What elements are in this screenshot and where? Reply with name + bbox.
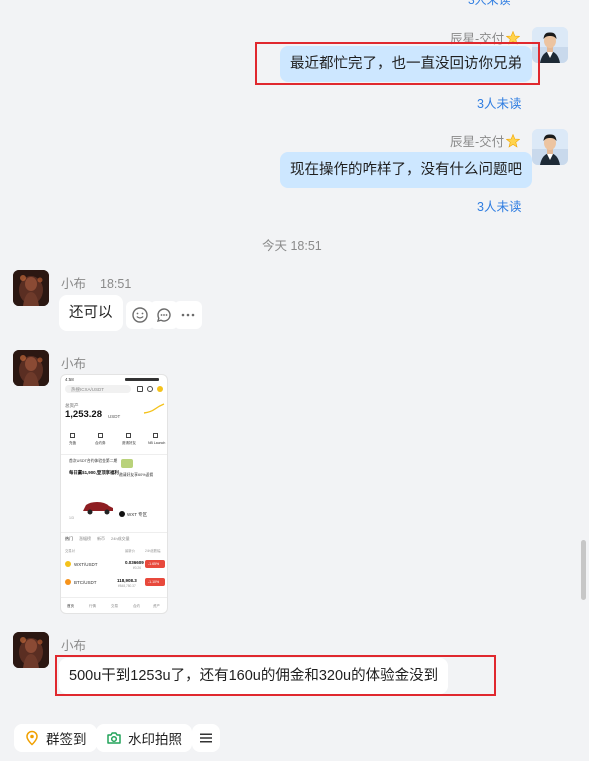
message-bubble[interactable]: 现在操作的咋样了，没有什么问题吧 xyxy=(280,152,532,188)
status-icons xyxy=(125,378,159,381)
sender-name-text: 辰星-交付 xyxy=(450,135,505,149)
nav-item[interactable]: 资产 xyxy=(153,604,160,609)
divider xyxy=(61,454,167,455)
balance-unit: USDT xyxy=(108,414,121,419)
balance: 1,253.28 xyxy=(65,409,102,420)
message-bubble[interactable]: 最近都忙完了，也一直没回访你兄弟 xyxy=(280,46,532,82)
promo-headline: 每日赢$1,900,登顶享福利 xyxy=(69,470,119,475)
star-badge-icon xyxy=(506,134,521,148)
nav-item[interactable]: 交易 xyxy=(111,604,118,609)
watermark-camera-button[interactable]: 水印拍照 xyxy=(96,724,192,752)
emoji-add-icon xyxy=(132,307,148,323)
watermark-camera-label: 水印拍照 xyxy=(128,732,182,747)
nav-item[interactable]: 合约 xyxy=(133,604,140,609)
page-indicator: 1/3 xyxy=(69,516,74,520)
menu-item[interactable]: 充值 xyxy=(69,441,76,446)
car-image xyxy=(83,502,113,515)
promo-image xyxy=(121,459,133,468)
col-header: 最新价 xyxy=(125,549,135,553)
coin-pair: WXT/USDT xyxy=(74,562,98,567)
coin-pair: BTC/USDT xyxy=(74,580,97,585)
market-tab[interactable]: 涨幅榜 xyxy=(79,536,91,542)
read-status[interactable]: 3人未读 xyxy=(477,196,521,215)
scan-icon[interactable] xyxy=(137,386,143,392)
sender-name: 辰星-交付 xyxy=(450,131,521,150)
camera-icon xyxy=(107,732,121,744)
nav-item[interactable]: 行情 xyxy=(89,604,96,609)
market-tab[interactable]: 热门 xyxy=(65,536,73,542)
sender-name-text: 小布 xyxy=(61,277,87,291)
avatar[interactable] xyxy=(13,632,49,668)
change-value: -1.10% xyxy=(148,580,160,584)
image-message[interactable]: 4:58 热搜ICXA/USDT 总资产 1,253.28 USDT 充值 合约… xyxy=(60,374,168,614)
market-tab[interactable]: 24h成交量 xyxy=(111,536,130,542)
search-text: 热搜ICXA/USDT xyxy=(71,386,105,392)
read-status[interactable]: 3人未读 xyxy=(477,93,521,112)
col-header: 24h涨跌幅 xyxy=(145,549,161,553)
headset-icon[interactable] xyxy=(147,386,153,392)
divider xyxy=(61,532,167,533)
message-time: 18:51 xyxy=(100,277,132,291)
menu-item[interactable]: 合约券 xyxy=(95,441,106,446)
nav-item[interactable]: 首页 xyxy=(67,604,74,609)
menu-item[interactable]: 邀请好友 xyxy=(122,441,136,446)
avatar[interactable] xyxy=(532,129,568,165)
message-bubble[interactable]: 还可以 xyxy=(59,295,123,331)
logo-icon[interactable] xyxy=(157,386,163,392)
menu-item[interactable]: NB Launch xyxy=(148,441,165,445)
status-time: 4:58 xyxy=(65,377,74,382)
more-dots-icon xyxy=(181,313,195,317)
menu-icons xyxy=(70,433,160,439)
hamburger-icon xyxy=(200,733,212,743)
sender-name: 小布 xyxy=(61,357,87,371)
location-icon xyxy=(26,730,38,746)
group-checkin-label: 群签到 xyxy=(46,732,87,747)
more-button[interactable] xyxy=(174,301,202,329)
wxt-logo-icon xyxy=(119,511,125,517)
promo-right: 邀请好友享60%返佣 xyxy=(119,473,154,477)
promo-title: 首次USDT合约体验金第二期 xyxy=(69,459,118,463)
group-checkin-button[interactable]: 群签到 xyxy=(14,724,97,752)
coin-price: 118,908.3 xyxy=(117,578,137,583)
coin-price-sub: ¥848,780.37 xyxy=(118,584,136,588)
col-header: 交易对 xyxy=(65,549,75,553)
sender-name: 小布 18:51 xyxy=(61,273,131,292)
zone-label[interactable]: WXT 专区 xyxy=(127,512,147,518)
menu-button[interactable] xyxy=(192,724,220,752)
trend-line-icon xyxy=(143,403,165,414)
sender-name: 小布 xyxy=(61,639,87,653)
comment-icon xyxy=(156,308,171,322)
clipped-read-status: 3人未读 xyxy=(468,0,511,7)
message-bubble[interactable]: 500u干到1253u了，还有160u的佣金和320u的体验金没到 xyxy=(59,658,449,694)
avatar[interactable] xyxy=(13,350,49,386)
scrollbar-thumb[interactable] xyxy=(581,540,586,600)
change-value: -1.65% xyxy=(148,562,160,566)
coin-icon xyxy=(65,561,71,567)
divider xyxy=(61,597,167,598)
market-tab[interactable]: 新币 xyxy=(97,536,105,542)
avatar[interactable] xyxy=(13,270,49,306)
coin-price: 0.036609 xyxy=(125,560,144,565)
time-divider: 今天 18:51 xyxy=(262,239,322,253)
coin-price-sub: ¥0.26 xyxy=(133,566,141,570)
coin-icon xyxy=(65,579,71,585)
